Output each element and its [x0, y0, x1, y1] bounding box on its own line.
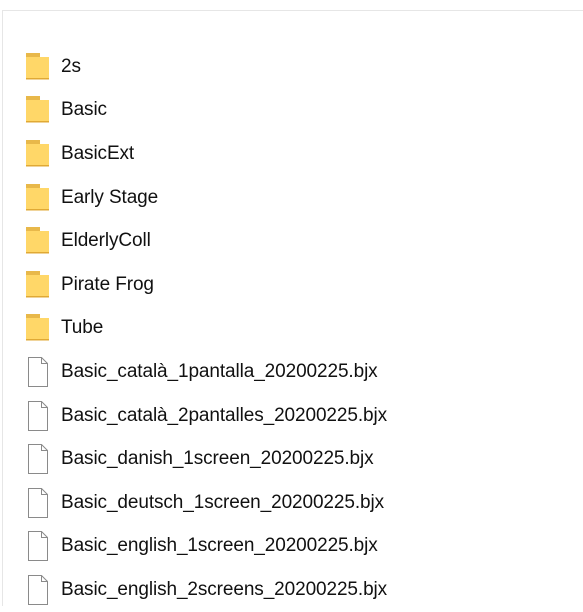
- file-list: 2s Basic BasicExt Early Stage ElderlyCol…: [3, 45, 583, 612]
- folder-icon: [23, 94, 53, 126]
- list-item-file[interactable]: Basic_english_2screens_20200225.bjx: [3, 568, 583, 612]
- item-name: Basic_english_2screens_20200225.bjx: [61, 578, 388, 600]
- list-item-file[interactable]: Basic_english_1screen_20200225.bjx: [3, 525, 583, 569]
- file-list-pane: 2s Basic BasicExt Early Stage ElderlyCol…: [2, 10, 583, 606]
- folder-icon: [23, 51, 53, 83]
- item-name: BasicExt: [61, 142, 135, 164]
- file-icon: [23, 487, 53, 519]
- file-icon: [23, 356, 53, 388]
- folder-icon: [23, 182, 53, 214]
- item-name: Pirate Frog: [61, 273, 154, 295]
- item-name: ElderlyColl: [61, 230, 151, 252]
- file-icon: [23, 400, 53, 432]
- list-item-folder-2s[interactable]: 2s: [3, 45, 583, 89]
- list-item-folder-basic[interactable]: Basic: [3, 89, 583, 133]
- list-item-folder-pirate-frog[interactable]: Pirate Frog: [3, 263, 583, 307]
- list-item-folder-early-stage[interactable]: Early Stage: [3, 176, 583, 220]
- list-item-file[interactable]: Basic_català_2pantalles_20200225.bjx: [3, 394, 583, 438]
- folder-icon: [23, 138, 53, 170]
- folder-icon: [23, 269, 53, 301]
- list-item-file[interactable]: Basic_deutsch_1screen_20200225.bjx: [3, 481, 583, 525]
- item-name: Basic_english_1screen_20200225.bjx: [61, 535, 378, 557]
- item-name: Basic_deutsch_1screen_20200225.bjx: [61, 491, 385, 513]
- item-name: 2s: [61, 55, 81, 77]
- list-item-folder-elderlycoll[interactable]: ElderlyColl: [3, 219, 583, 263]
- item-name: Basic_danish_1screen_20200225.bjx: [61, 448, 374, 470]
- item-name: Early Stage: [61, 186, 159, 208]
- item-name: Tube: [61, 317, 104, 339]
- item-name: Basic_català_2pantalles_20200225.bjx: [61, 404, 387, 426]
- file-icon: [23, 530, 53, 562]
- folder-icon: [23, 312, 53, 344]
- folder-icon: [23, 225, 53, 257]
- list-item-file[interactable]: Basic_català_1pantalla_20200225.bjx: [3, 350, 583, 394]
- item-name: Basic_català_1pantalla_20200225.bjx: [61, 360, 378, 382]
- item-name: Basic: [61, 99, 107, 121]
- list-item-folder-tube[interactable]: Tube: [3, 307, 583, 351]
- file-icon: [23, 443, 53, 475]
- file-icon: [23, 574, 53, 606]
- list-item-folder-basicext[interactable]: BasicExt: [3, 132, 583, 176]
- list-item-file[interactable]: Basic_danish_1screen_20200225.bjx: [3, 437, 583, 481]
